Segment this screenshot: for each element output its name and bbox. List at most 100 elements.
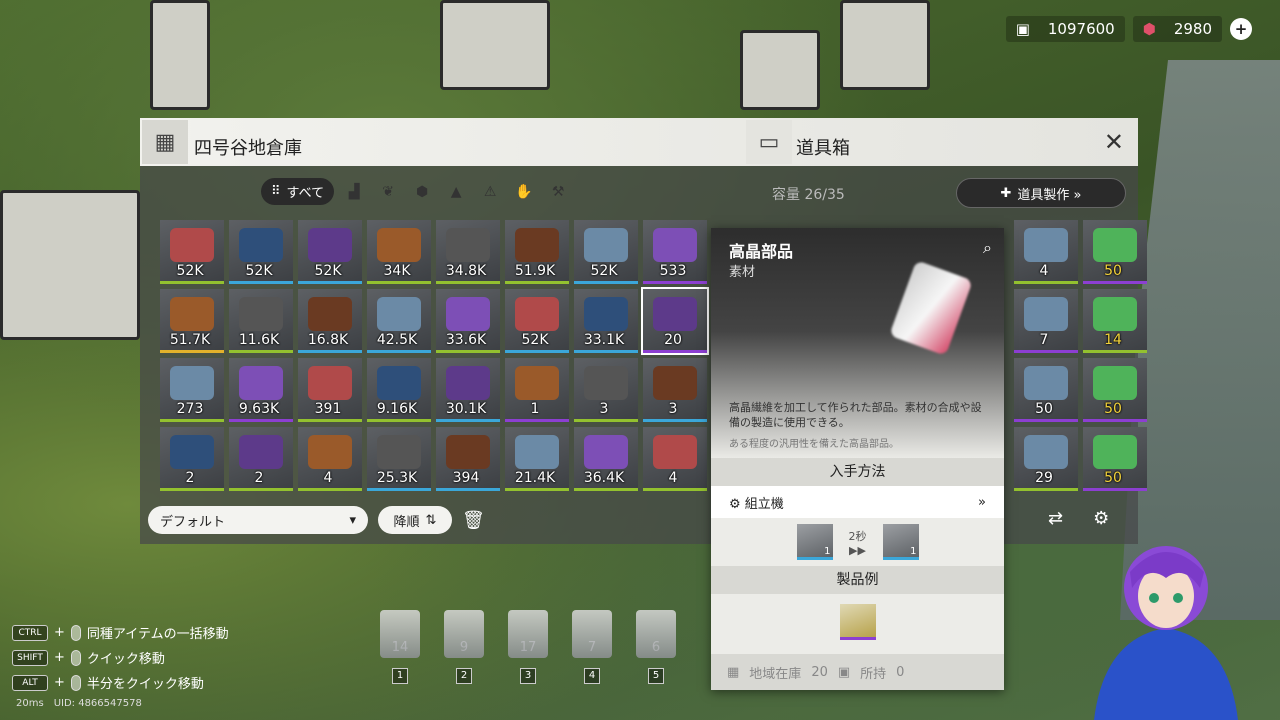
item-slot[interactable]: 391	[298, 358, 362, 422]
add-currency-button[interactable]: +	[1230, 18, 1252, 40]
item-slot[interactable]: 52K	[298, 220, 362, 284]
item-slot[interactable]: 1	[505, 358, 569, 422]
tool-icon	[636, 610, 676, 658]
filter-tool-icon[interactable]: ⚒	[544, 180, 572, 204]
item-slot[interactable]: 52K	[505, 289, 569, 353]
item-slot[interactable]: 2	[160, 427, 224, 491]
item-slot[interactable]: 25.3K	[367, 427, 431, 491]
filter-drop-icon[interactable]: ▲	[442, 180, 470, 204]
item-slot[interactable]: 3	[643, 358, 707, 422]
grid-icon: ⠿	[271, 184, 281, 199]
hotbar-slot[interactable]: 65	[636, 610, 676, 684]
toolbox-slot[interactable]: 50	[1083, 358, 1147, 422]
item-slot[interactable]: 21.4K	[505, 427, 569, 491]
item-count: 52K	[590, 263, 618, 279]
toolbox-slot[interactable]: 50	[1083, 220, 1147, 284]
toolbox-slot[interactable]: 14	[1083, 289, 1147, 353]
item-slot[interactable]: 533	[643, 220, 707, 284]
filter-all-label: すべて	[286, 186, 325, 201]
item-count: 3	[599, 401, 609, 417]
toolbox-actions: ⇄ ⚙	[1048, 508, 1109, 529]
item-slot[interactable]: 30.1K	[436, 358, 500, 422]
filter-hand-icon[interactable]: ✋	[510, 180, 538, 204]
item-slot[interactable]: 33.6K	[436, 289, 500, 353]
toolbox-slot[interactable]: 50	[1083, 427, 1147, 491]
item-slot[interactable]: 51.9K	[505, 220, 569, 284]
item-icon	[239, 366, 283, 400]
item-category: 素材	[729, 265, 756, 280]
item-slot[interactable]: 20	[641, 287, 709, 355]
item-count: 50	[1104, 470, 1122, 486]
tooltip-header: 高晶部品 素材 ⌕ 高晶繊維を加工して作られた部品。素材の合成や設備の製造に使用…	[711, 228, 1004, 458]
stock-label: 地域在庫	[749, 666, 802, 682]
filter-all[interactable]: ⠿ すべて	[261, 178, 335, 205]
filter-cube-icon[interactable]: ⬢	[408, 180, 436, 204]
item-slot[interactable]: 394	[436, 427, 500, 491]
filter-warning-icon[interactable]: ⚠	[476, 180, 504, 204]
key-hints: CTRL + 同種アイテムの一括移動 SHIFT + クイック移動 ALT + 半分をクイック移…	[12, 620, 229, 695]
item-slot[interactable]: 11.6K	[229, 289, 293, 353]
item-icon	[308, 297, 352, 331]
product-header: 製品例	[711, 566, 1004, 594]
item-slot[interactable]: 52K	[574, 220, 638, 284]
toolbox-slot[interactable]: 29	[1014, 427, 1078, 491]
hotbar-slot[interactable]: 74	[572, 610, 612, 684]
item-count: 9.63K	[238, 401, 280, 417]
item-slot[interactable]: 4	[298, 427, 362, 491]
item-slot[interactable]: 9.63K	[229, 358, 293, 422]
product-examples	[711, 594, 1004, 650]
item-slot[interactable]: 2	[229, 427, 293, 491]
mouse-icon	[70, 624, 81, 641]
sort-select[interactable]: デフォルト ▾	[148, 506, 368, 534]
recipe-output[interactable]: 1	[882, 524, 919, 560]
product-example-item[interactable]	[839, 604, 876, 640]
toolbox-slot[interactable]: 50	[1014, 358, 1078, 422]
meta-info: 20ms UID: 4866547578	[16, 698, 142, 709]
item-count: 9.16K	[376, 401, 418, 417]
settings-icon[interactable]: ⚙	[1093, 508, 1109, 529]
item-icon	[1024, 435, 1068, 469]
obtain-method-row[interactable]: ⚙ 組立機 »	[711, 486, 1004, 518]
hotbar-slot[interactable]: 141	[380, 610, 420, 684]
recipe-input[interactable]: 1	[796, 524, 833, 560]
item-slot[interactable]: 3	[574, 358, 638, 422]
held-label: 所持	[860, 666, 887, 682]
item-slot[interactable]: 51.7K	[160, 289, 224, 353]
hotbar-slot[interactable]: 92	[444, 610, 484, 684]
item-icon	[446, 297, 490, 331]
order-button[interactable]: 降順 ⇅	[378, 506, 452, 534]
item-icon	[515, 297, 559, 331]
item-slot[interactable]: 52K	[229, 220, 293, 284]
toolbox-slot[interactable]: 4	[1014, 220, 1078, 284]
hotbar: 141 92 173 74 65	[380, 610, 676, 684]
item-slot[interactable]: 9.16K	[367, 358, 431, 422]
factory-machine	[740, 30, 820, 110]
item-slot[interactable]: 52K	[160, 220, 224, 284]
transfer-icon[interactable]: ⇄	[1048, 508, 1063, 529]
mouse-icon	[70, 649, 81, 666]
item-slot[interactable]: 33.1K	[574, 289, 638, 353]
hotbar-slot[interactable]: 173	[508, 610, 548, 684]
trash-icon[interactable]: 🗑	[462, 510, 485, 531]
double-chevron-icon: »	[978, 494, 986, 510]
item-slot[interactable]: 273	[160, 358, 224, 422]
item-slot[interactable]: 4	[643, 427, 707, 491]
close-button[interactable]: ✕	[1104, 128, 1124, 156]
factory-machine	[440, 0, 550, 90]
filter-blocks-icon[interactable]: ▟	[340, 180, 368, 204]
item-slot[interactable]: 34.8K	[436, 220, 500, 284]
factory-machine	[150, 0, 210, 110]
item-count: 273	[176, 401, 204, 417]
currency-bar: ▣ 1097600 ⬢ 2980 +	[1005, 16, 1252, 42]
item-slot[interactable]: 34K	[367, 220, 431, 284]
filter-plant-icon[interactable]: ❦	[374, 180, 402, 204]
item-slot[interactable]: 16.8K	[298, 289, 362, 353]
toolbox-slot[interactable]: 7	[1014, 289, 1078, 353]
craft-button[interactable]: ✚ 道具製作 »	[956, 178, 1126, 208]
item-count: 533	[659, 263, 687, 279]
item-slot[interactable]: 36.4K	[574, 427, 638, 491]
item-slot[interactable]: 42.5K	[367, 289, 431, 353]
item-icon	[515, 435, 559, 469]
inspect-icon[interactable]: ⌕	[983, 238, 992, 258]
tool-icon	[444, 610, 484, 658]
